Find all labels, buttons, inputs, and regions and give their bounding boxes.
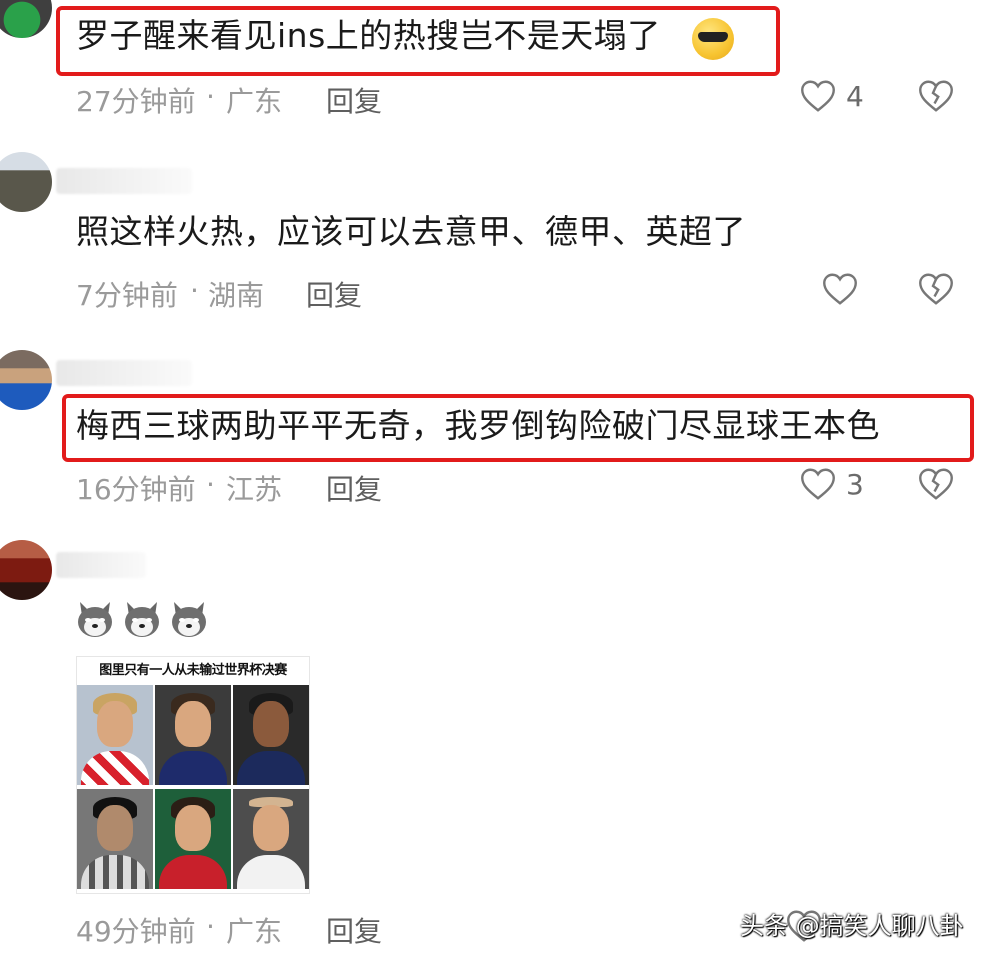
reply-button[interactable]: 回复 <box>326 910 382 950</box>
avatar[interactable] <box>0 0 52 38</box>
avatar[interactable] <box>0 540 52 600</box>
comment-text: 罗子醒来看见ins上的热搜岂不是天塌了 <box>76 16 661 55</box>
player-photo <box>77 789 153 889</box>
watermark: 头条 @搞笑人聊八卦 <box>740 912 964 940</box>
heart-icon[interactable] <box>822 272 858 306</box>
reply-button[interactable]: 回复 <box>326 468 382 508</box>
comment-location: 广东 <box>226 915 283 948</box>
comment-time: 7分钟前 <box>76 279 178 312</box>
comment-image[interactable]: 图里只有一人从未输过世界杯决赛 <box>76 656 310 894</box>
comment-time: 49分钟前 <box>76 915 196 948</box>
player-photo <box>155 789 231 889</box>
comment-location: 江苏 <box>226 473 283 506</box>
player-photo <box>77 685 153 785</box>
heart-icon[interactable] <box>800 79 836 113</box>
separator: · <box>206 468 215 501</box>
broken-heart-icon[interactable] <box>918 467 954 501</box>
username-blurred <box>56 552 146 578</box>
like-count: 4 <box>846 80 864 113</box>
comment-text: 照这样火热，应该可以去意甲、德甲、英超了 <box>76 212 746 251</box>
comment-time: 16分钟前 <box>76 473 196 506</box>
username-blurred <box>56 360 192 386</box>
husky-emoji <box>78 602 112 637</box>
sunglasses-tears-emoji <box>692 18 734 60</box>
player-photo <box>233 685 309 785</box>
separator: · <box>190 274 199 307</box>
comment-location: 湖南 <box>208 279 265 312</box>
player-photo <box>155 685 231 785</box>
separator: · <box>206 80 215 113</box>
broken-heart-icon[interactable] <box>918 79 954 113</box>
husky-emoji <box>172 602 206 637</box>
heart-icon[interactable] <box>800 467 836 501</box>
reply-button[interactable]: 回复 <box>326 80 382 120</box>
avatar[interactable] <box>0 152 52 212</box>
like-count: 3 <box>846 468 864 501</box>
reply-button[interactable]: 回复 <box>306 274 362 314</box>
comment-location: 广东 <box>226 85 283 118</box>
player-photo <box>233 789 309 889</box>
avatar[interactable] <box>0 350 52 410</box>
image-caption: 图里只有一人从未输过世界杯决赛 <box>99 663 287 678</box>
broken-heart-icon[interactable] <box>918 272 954 306</box>
username-blurred <box>56 168 192 194</box>
comment-time: 27分钟前 <box>76 85 196 118</box>
comment-text: 梅西三球两助平平无奇，我罗倒钩险破门尽显球王本色 <box>76 406 880 445</box>
husky-emoji <box>125 602 159 637</box>
separator: · <box>206 910 215 943</box>
